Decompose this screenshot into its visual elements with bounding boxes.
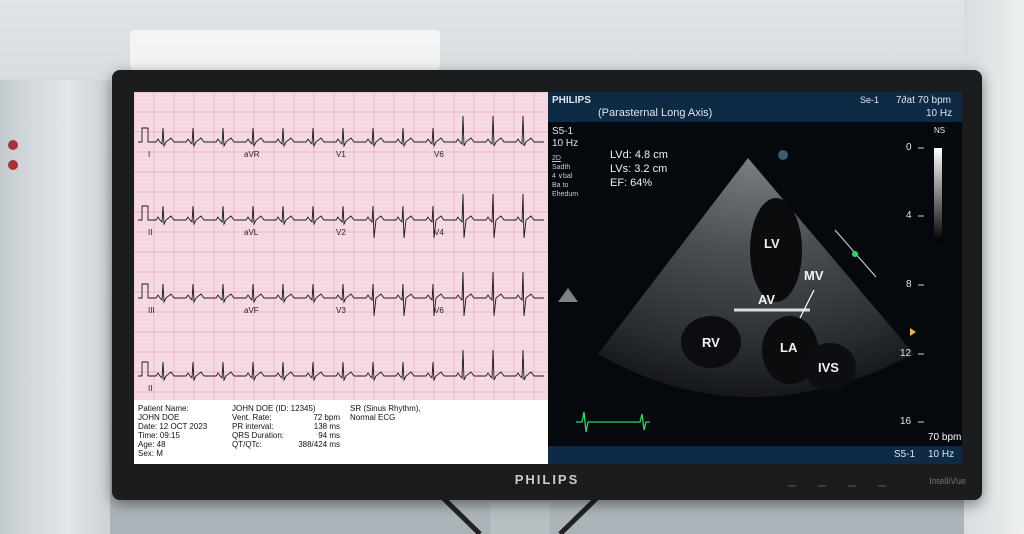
monitor-screen: I aVR V1 V6 II aVL V2 V4 III aVF V3 V6 I… [134,92,962,464]
structure-label-la: LA [780,340,798,355]
depth-tick-label: 8 [906,279,912,290]
lead-label: V6 [434,150,444,159]
depth-scale [918,147,924,423]
qt-label: QT/QTc: [232,440,262,449]
lead-label: II [148,384,153,393]
echo-footer: S5-1 10 Hz [548,446,962,464]
lead-label: V1 [336,150,346,159]
monitor: I aVR V1 V6 II aVL V2 V4 III aVF V3 V6 I… [112,70,982,500]
lead-label: V2 [336,228,346,237]
ecg-interpretation: SR (Sinus Rhythm), Normal ECG [350,404,421,422]
orientation-marker [778,150,788,160]
scale-unit: NS [934,126,946,135]
vent-rate-value: 72 bpm [313,413,340,422]
lead-label: I [148,150,151,159]
lead-label: V4 [434,228,444,237]
caliper-marker [852,251,858,257]
lead-label: V3 [336,306,346,315]
pr-interval-label: PR interval: [232,422,274,431]
indicator-light [8,160,18,170]
patient-sex: Sex: M [138,449,163,458]
echo-ecg-trace [576,411,650,433]
ecg-panel: I aVR V1 V6 II aVL V2 V4 III aVF V3 V6 I… [134,92,548,464]
footer-probe: S5-1 [894,449,916,460]
patient-age: Age: 48 [138,440,166,449]
patient-id: JOHN DOE (ID: 12345) [232,404,316,413]
ecg-time: Time: 09:15 [138,431,180,440]
footer-rate: 70 bpm [928,432,962,443]
patient-name-label: Patient Name: [138,404,189,413]
structure-label-lv: LV [764,236,780,251]
pr-interval-value: 138 ms [313,422,340,431]
echo-panel: PHILIPS (Parasternal Long Axis) Se-1 7∂a… [548,92,962,464]
lead-label: III [148,306,155,315]
ultrasound-image [558,147,942,433]
patient-details: Patient Name: JOHN DOE Date: 12 OCT 2023… [138,404,207,458]
grayscale-bar [934,148,942,242]
ecg-date: Date: 12 OCT 2023 [138,422,208,431]
qrs-duration-value: 94 ms [318,431,340,440]
control-button[interactable] [788,485,796,487]
interpretation-text: Normal ECG [350,413,396,422]
structure-label-rv: RV [702,335,720,350]
patient-name: JOHN DOE [138,413,180,422]
background-iv-pole [0,80,110,534]
depth-tick-label: 0 [906,142,912,153]
control-button[interactable] [878,485,886,487]
vent-rate-label: Vent. Rate: [232,413,272,422]
depth-tick-label: 12 [900,348,912,359]
monitor-model: IntelliVue [929,476,966,486]
control-button[interactable] [818,485,826,487]
rhythm-text: SR (Sinus Rhythm), [350,404,421,413]
depth-tick-label: 4 [906,210,912,221]
monitor-stand [438,495,602,534]
lead-label: aVF [244,306,259,315]
depth-tick-label: 16 [900,416,912,427]
ecg-grid [134,92,548,400]
lead-label: II [148,228,153,237]
lead-label: aVR [244,150,260,159]
lead-label: aVL [244,228,259,237]
structure-label-av: AV [758,292,776,307]
ecg-patient-info: Patient Name: JOHN DOE Date: 12 OCT 2023… [134,400,548,464]
qt-value: 388/424 ms [298,440,340,449]
background-window [130,30,440,70]
indicator-light [8,140,18,150]
ecg-measurements: JOHN DOE (ID: 12345) Vent. Rate: 72 bpm P… [232,404,340,449]
lead-label: V6 [434,306,444,315]
control-button[interactable] [848,485,856,487]
focus-marker [910,328,916,336]
orientation-icon [558,288,578,302]
structure-label-mv: MV [804,268,824,283]
footer-hz: 10 Hz [928,449,955,460]
qrs-duration-label: QRS Duration: [232,431,285,440]
structure-label-ivs: IVS [818,360,839,375]
